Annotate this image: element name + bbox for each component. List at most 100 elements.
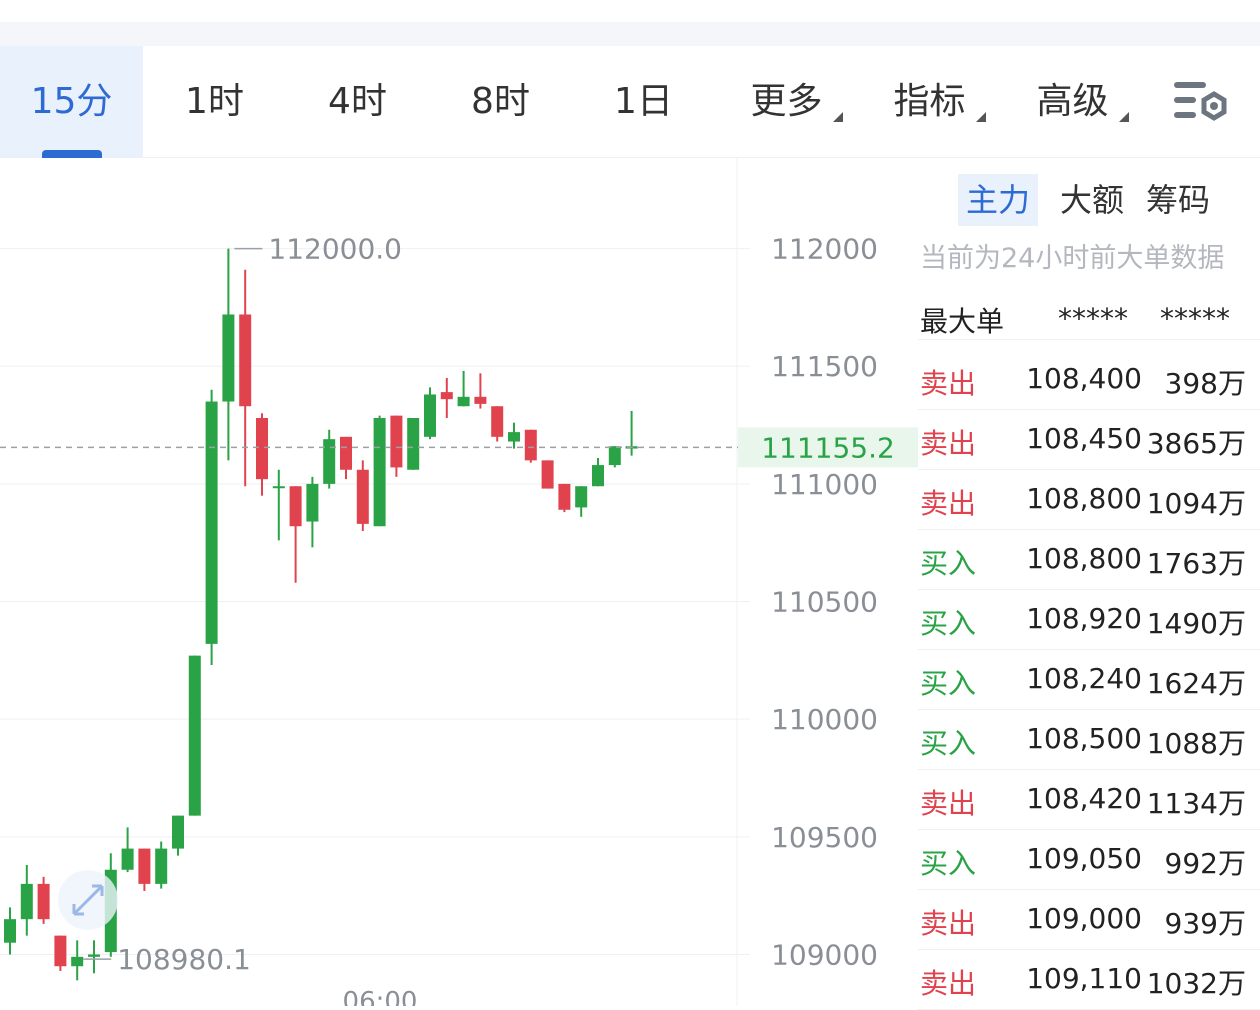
order-price: 108,450	[1026, 422, 1142, 455]
order-price: 108,800	[1026, 542, 1142, 575]
order-amount: 3865万	[1146, 427, 1246, 460]
order-amount: 1032万	[1146, 967, 1246, 1000]
tab-1h[interactable]: 1时	[143, 46, 286, 158]
order-side: 买入	[920, 667, 977, 700]
tab-large-amount[interactable]: 大额	[1052, 174, 1132, 226]
order-row: 卖出 108,800 1094万	[918, 470, 1260, 530]
candle-body	[373, 418, 386, 527]
candle-body	[407, 418, 420, 470]
tab-label: 1时	[185, 81, 244, 122]
candle-body	[188, 655, 201, 816]
candle-body	[592, 465, 604, 487]
candle-body	[289, 486, 302, 527]
candle-body	[575, 486, 588, 508]
candle-body	[323, 439, 336, 484]
dropdown-caret-icon	[1119, 112, 1129, 122]
y-tick-label: 109500	[771, 821, 878, 854]
order-amount: 398万	[1164, 367, 1246, 400]
candle-body	[155, 848, 168, 884]
candle-body	[272, 486, 285, 489]
candle-body	[172, 815, 184, 849]
tab-label: 高级	[1036, 81, 1109, 122]
order-side: 买入	[920, 607, 977, 640]
candle-body	[457, 396, 470, 407]
candle-body	[205, 401, 218, 644]
order-row: 卖出 108,450 3865万	[918, 410, 1260, 470]
candle-body	[37, 883, 50, 920]
tab-label: 15分	[30, 81, 113, 122]
top-strip	[0, 22, 1260, 46]
candle-body	[138, 848, 151, 884]
candle-body	[474, 396, 487, 404]
tab-main-force[interactable]: 主力	[958, 174, 1039, 226]
order-row: 卖出 109,110 1032万	[918, 950, 1260, 1010]
candle-body	[88, 954, 100, 957]
order-row: 卖出 109,000 939万	[918, 890, 1260, 950]
chart-canvas: 112000 111500 111000 110500 110000 109500 1090…	[0, 158, 918, 1010]
order-amount: 1624万	[1146, 667, 1246, 700]
current-price-label: 111155.2	[761, 431, 895, 464]
order-price: 108,500	[1026, 722, 1142, 755]
y-tick-label: 112000	[771, 233, 878, 266]
tab-15min[interactable]: 15分	[0, 46, 143, 158]
tab-label: 指标	[893, 81, 966, 122]
order-price: 108,420	[1026, 782, 1142, 815]
candle-body	[4, 919, 16, 943]
y-tick-label: 111500	[771, 350, 878, 383]
tab-label: 1日	[614, 81, 673, 122]
header-label: 最大单	[920, 305, 1005, 338]
order-side: 卖出	[920, 367, 977, 400]
order-row: 买入 108,920 1490万	[918, 590, 1260, 650]
candle-body	[390, 415, 403, 468]
candle-body	[491, 406, 504, 437]
header-price: *****	[1058, 302, 1128, 335]
order-side: 卖出	[920, 427, 977, 460]
order-amount: 992万	[1164, 847, 1246, 880]
order-side: 卖出	[920, 967, 977, 1000]
order-row: 买入 109,050 992万	[918, 830, 1260, 890]
order-row: 买入 108,800 1763万	[918, 530, 1260, 590]
tab-4h[interactable]: 4时	[286, 46, 429, 158]
order-amount: 1490万	[1146, 607, 1246, 640]
candle-body	[541, 460, 554, 489]
tab-label: 4时	[328, 81, 387, 122]
tab-1d[interactable]: 1日	[572, 46, 715, 158]
order-row: 卖出 108,420 1134万	[918, 770, 1260, 830]
order-side: 卖出	[920, 907, 977, 940]
order-row: 买入 108,240 1624万	[918, 650, 1260, 710]
status-bar	[0, 0, 1260, 22]
data-note: 当前为24小时前大单数据	[920, 243, 1225, 274]
candle-body	[340, 436, 352, 470]
y-tick-label: 110000	[771, 703, 878, 736]
order-amount: 1134万	[1146, 787, 1246, 820]
candlestick-chart[interactable]: 112000 111500 111000 110500 110000 109500 1090…	[0, 158, 918, 1010]
header-amount: *****	[1160, 302, 1230, 335]
candle-body	[440, 392, 453, 400]
order-price: 109,000	[1026, 902, 1142, 935]
min-price-label: 108980.1	[117, 943, 251, 976]
order-price: 108,800	[1026, 482, 1142, 515]
candle-body	[608, 446, 621, 466]
candle-body	[54, 935, 67, 967]
chart-settings-icon[interactable]	[1170, 78, 1230, 128]
tab-8h[interactable]: 8时	[429, 46, 572, 158]
dropdown-caret-icon	[976, 112, 986, 122]
tab-advanced[interactable]: 高级	[1001, 46, 1144, 158]
y-tick-label: 110500	[771, 586, 878, 619]
y-tick-label: 111000	[771, 468, 878, 501]
candle-body	[424, 394, 436, 437]
candle-body	[20, 883, 33, 920]
tab-chips[interactable]: 筹码	[1138, 174, 1218, 226]
order-row: 买入 108,500 1088万	[918, 710, 1260, 770]
candle-body	[524, 429, 537, 461]
candle-body	[222, 314, 235, 402]
order-price: 108,400	[1026, 362, 1142, 395]
tab-indicators[interactable]: 指标	[858, 46, 1001, 158]
order-amount: 1763万	[1146, 547, 1246, 580]
tab-more[interactable]: 更多	[715, 46, 858, 158]
order-amount: 1094万	[1146, 487, 1246, 520]
active-tab-indicator	[42, 150, 102, 158]
order-side: 买入	[920, 727, 977, 760]
order-price: 109,110	[1026, 962, 1142, 995]
candle-body	[239, 314, 252, 407]
